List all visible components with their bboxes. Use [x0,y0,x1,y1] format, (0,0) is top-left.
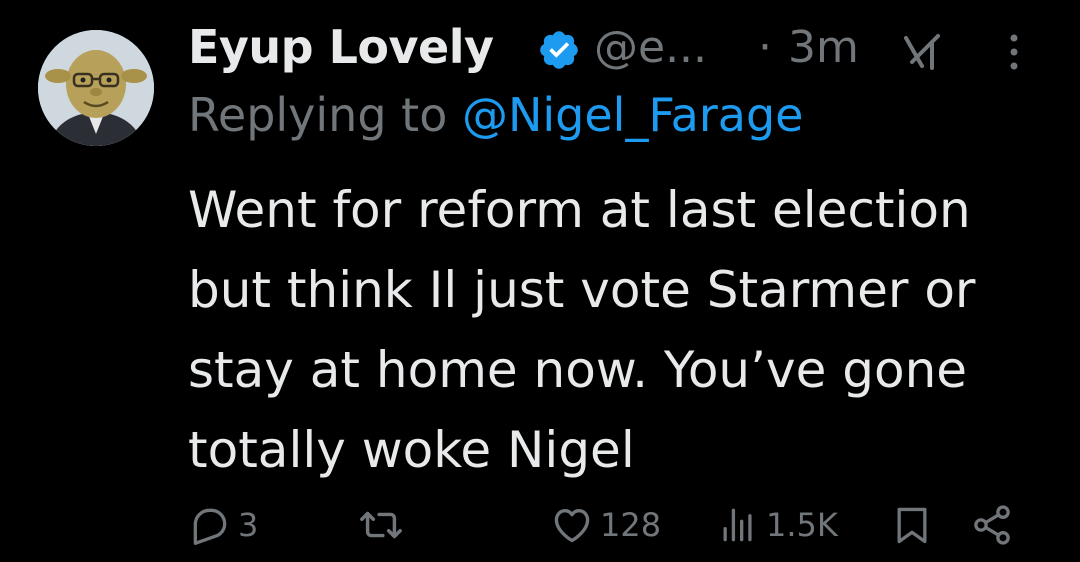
replying-to: Replying to @Nigel_Farage [188,88,803,142]
heart-icon [550,503,594,547]
reply-icon [188,503,232,547]
reply-button[interactable]: 3 [188,500,258,550]
retweet-button[interactable] [358,500,410,550]
author-handle[interactable]: @e... [594,22,707,73]
share-icon [970,503,1014,547]
reply-mention-link[interactable]: @Nigel_Farage [462,88,804,142]
grok-icon[interactable] [902,32,942,72]
verified-badge-icon [537,28,581,72]
bookmark-icon [890,503,934,547]
views-count: 1.5K [766,506,838,544]
separator-dot: · [758,22,772,73]
tweet-header: Eyup Lovely @e... · 3m [188,16,1068,80]
display-name[interactable]: Eyup Lovely [188,20,494,74]
views-button[interactable]: 1.5K [716,500,838,550]
share-button[interactable] [970,500,1014,550]
like-count: 128 [600,506,662,544]
tweet-text: Went for reform at last election but thi… [188,181,976,479]
timestamp[interactable]: 3m [788,22,859,73]
like-button[interactable]: 128 [550,500,661,550]
replying-to-prefix: Replying to [188,88,462,142]
action-bar: 3 128 1.5K [188,500,1028,550]
reply-count: 3 [238,506,259,544]
bookmark-button[interactable] [890,500,934,550]
views-icon [716,503,760,547]
avatar[interactable] [38,30,154,146]
tweet[interactable]: Eyup Lovely @e... · 3m Replying to @Nige… [0,0,1080,562]
more-icon[interactable] [1004,28,1024,76]
retweet-icon [358,502,404,548]
avatar-image [38,30,154,146]
